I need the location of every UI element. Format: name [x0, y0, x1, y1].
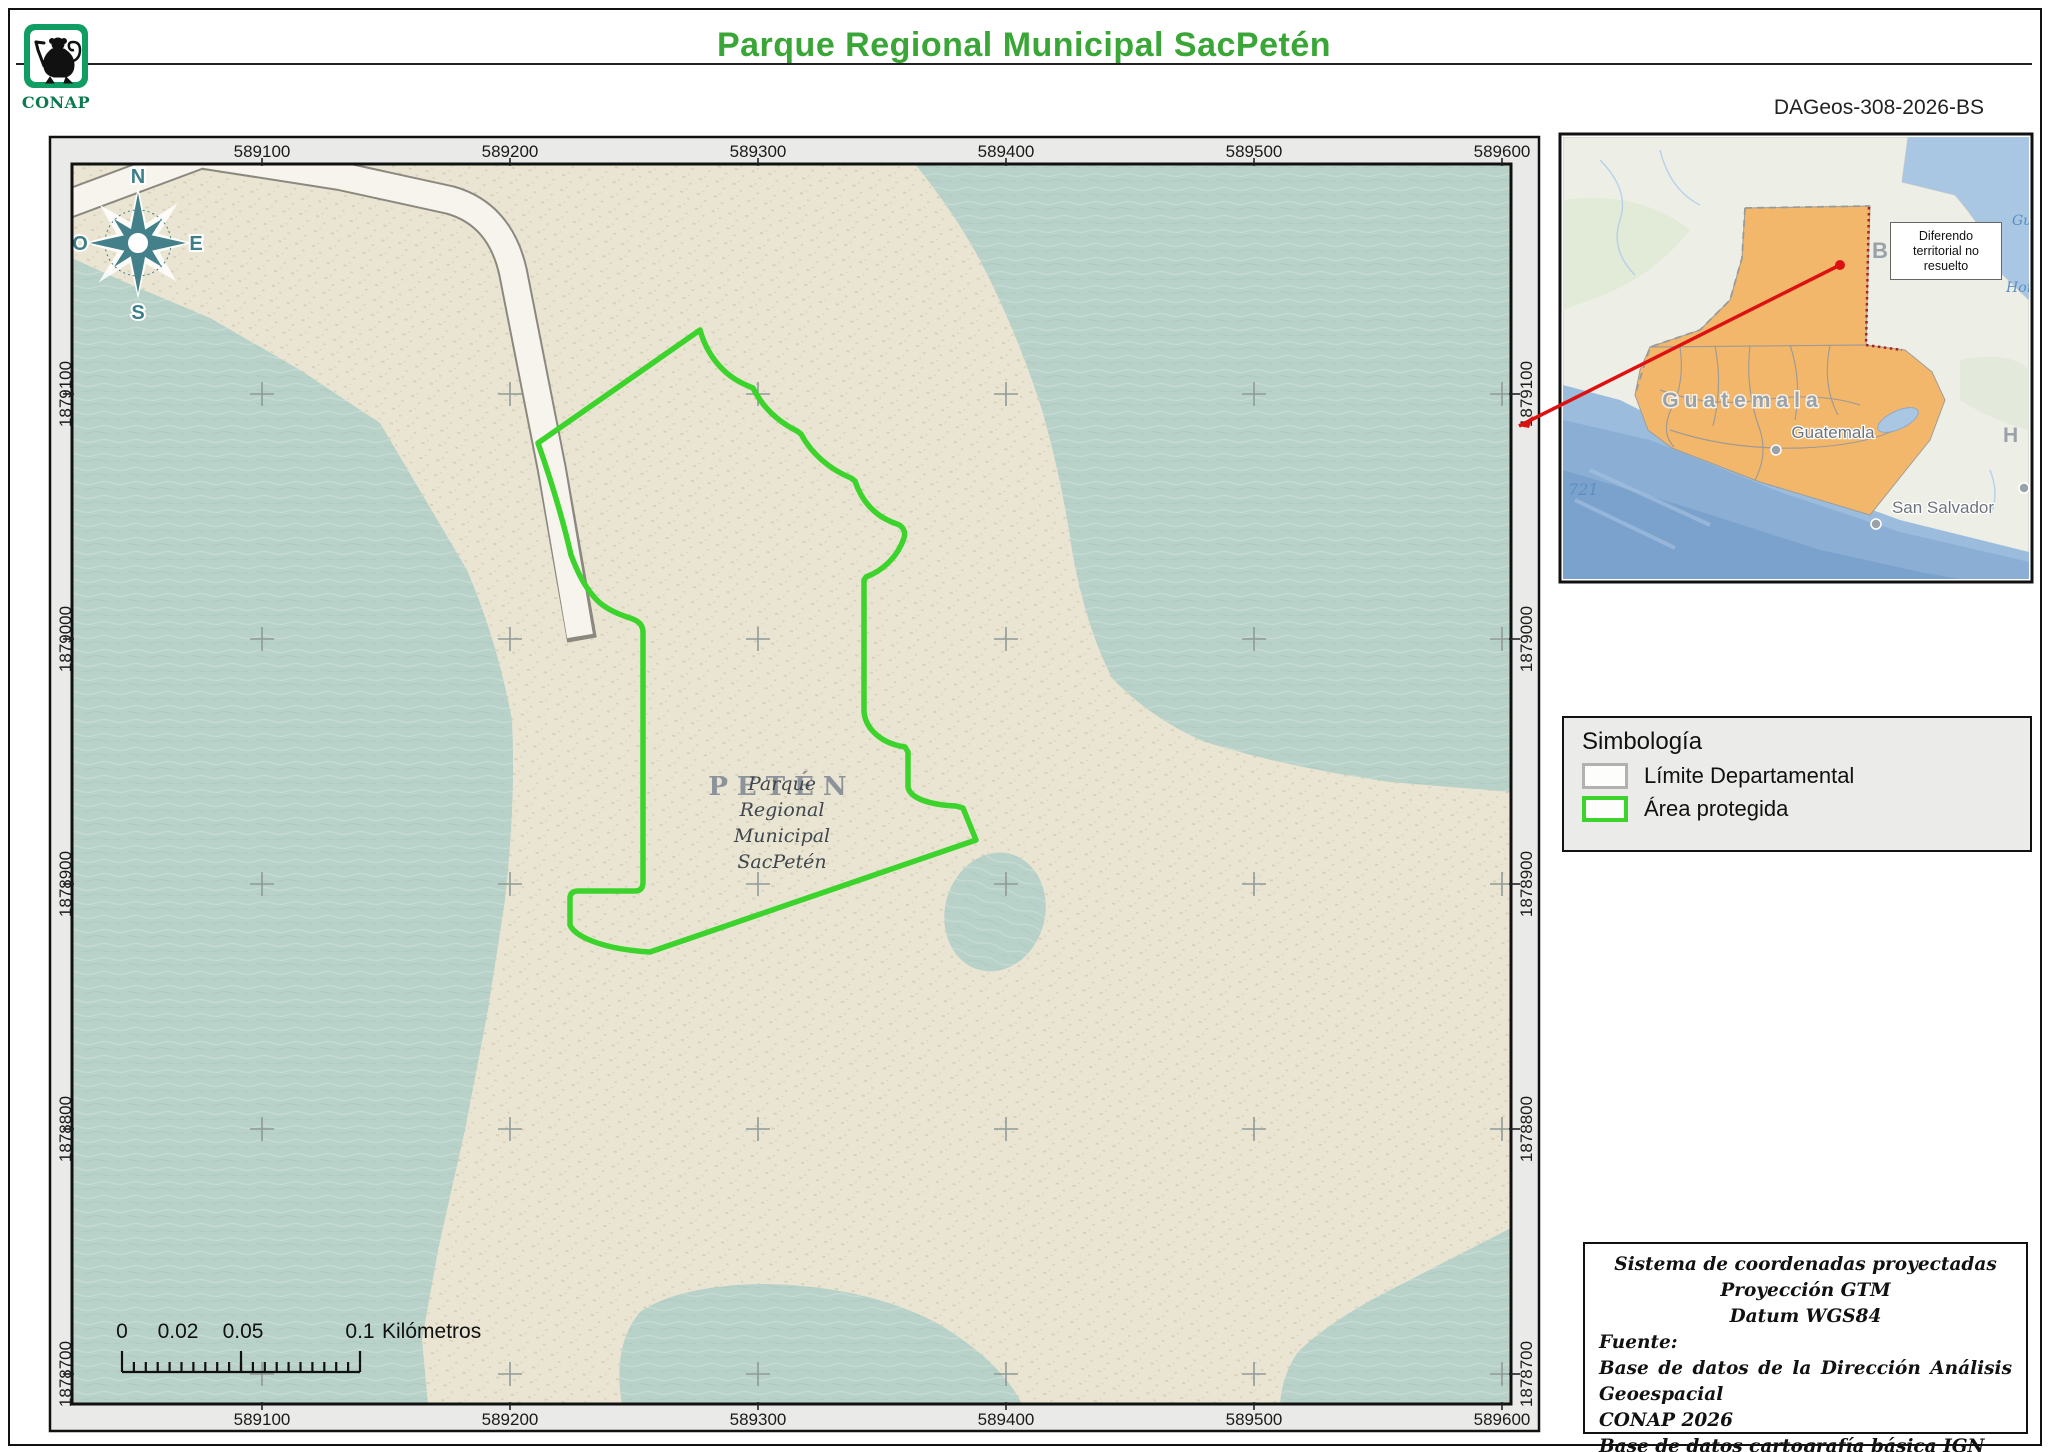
page-title: Parque Regional Municipal SacPetén	[0, 26, 2048, 65]
coordinate-system-info-box: Sistema de coordenadas proyectadas Proye…	[1583, 1242, 2028, 1434]
x-label-top: 589200	[482, 142, 539, 161]
scale-unit-label: Kilómetros	[382, 1320, 481, 1343]
map-document-page: PETÉN Parque Regional Municipal SacPetén	[0, 0, 2048, 1452]
source-line: Base de datos de la Dirección Análisis G…	[1599, 1356, 2012, 1408]
legend-panel: Simbología Límite Departamental Área pro…	[1562, 716, 2032, 852]
inset-belize-label: B	[1872, 238, 1888, 263]
note-text: Diferendo territorial no resuelto	[1893, 229, 1999, 274]
legend-item-protected-area: Área protegida	[1582, 796, 2030, 822]
inset-depth-label: 721	[1568, 480, 1599, 499]
x-label-top: 589400	[978, 142, 1035, 161]
legend-title: Simbología	[1582, 728, 2030, 756]
x-label-top: 589100	[234, 142, 291, 161]
y-label-left: 1878800	[56, 1096, 75, 1162]
x-label-bottom: 589500	[1226, 1410, 1283, 1429]
inset-water-label: Hond	[2005, 280, 2045, 296]
crs-line: Proyección GTM	[1599, 1278, 2012, 1304]
conap-logo: CONAP	[22, 22, 102, 116]
source-line: Base de datos cartografía básica IGN 201…	[1599, 1434, 2012, 1452]
crs-line: Datum WGS84	[1599, 1304, 2012, 1330]
legend-item-departmental: Límite Departamental	[1582, 763, 2030, 789]
inset-capital-label: Guatemala	[1791, 423, 1875, 442]
crs-line: Sistema de coordenadas proyectadas	[1599, 1252, 2012, 1278]
inset-honduras-label: H o	[2003, 424, 2048, 447]
inset-capital-dot	[1771, 445, 1781, 455]
compass-e: E	[189, 233, 202, 255]
x-label-bottom: 589300	[730, 1410, 787, 1429]
x-label-bottom: 589600	[1474, 1410, 1531, 1429]
park-label-line: Regional	[739, 799, 825, 821]
inset-water-label: Gu	[2012, 213, 2032, 229]
compass-n: N	[131, 166, 145, 188]
main-map: PETÉN Parque Regional Municipal SacPetén	[30, 137, 1539, 1431]
departmental-boundary-swatch	[1582, 763, 1628, 789]
y-label-left: 1879000	[56, 606, 75, 672]
scale-label-002: 0.02	[158, 1320, 199, 1343]
map-content: PETÉN Parque Regional Municipal SacPetén	[30, 151, 1514, 1404]
y-label-right: 1879000	[1517, 606, 1536, 672]
x-label-bottom: 589400	[978, 1410, 1035, 1429]
legend-item-label: Límite Departamental	[1644, 763, 1854, 789]
inset-map: Guatemala Guatemala San Salvador B H o G…	[1560, 134, 2048, 582]
inset-country-label: Guatemala	[1662, 389, 1823, 412]
scale-label-0: 0	[116, 1320, 128, 1343]
territorial-dispute-note: Diferendo territorial no resuelto	[1890, 222, 2002, 280]
source-line: CONAP 2026	[1599, 1408, 2012, 1434]
reference-code: DAGeos-308-2026-BS	[1774, 96, 1984, 120]
x-label-bottom: 589200	[482, 1410, 539, 1429]
compass-o: O	[72, 233, 88, 255]
y-label-right: 1878900	[1517, 851, 1536, 917]
y-label-left: 1879100	[56, 361, 75, 427]
y-label-left: 1878700	[56, 1341, 75, 1407]
park-label-line: Parque	[747, 773, 816, 795]
y-label-left: 1878900	[56, 851, 75, 917]
scale-label-01: 0.1	[345, 1320, 374, 1343]
x-label-top: 589300	[730, 142, 787, 161]
compass-s: S	[131, 302, 144, 324]
protected-area-swatch	[1582, 796, 1628, 822]
legend-item-label: Área protegida	[1644, 796, 1788, 822]
source-label: Fuente:	[1599, 1330, 2012, 1356]
inset-city-dot	[2019, 483, 2029, 493]
x-label-bottom: 589100	[234, 1410, 291, 1429]
inset-city-label: San Salvador	[1892, 498, 1994, 517]
y-label-right: 1878800	[1517, 1096, 1536, 1162]
y-label-right: 1878700	[1517, 1341, 1536, 1407]
scale-label-005: 0.05	[223, 1320, 264, 1343]
logo-text: CONAP	[22, 93, 90, 112]
x-label-top: 589500	[1226, 142, 1283, 161]
park-label-line: SacPetén	[737, 851, 826, 873]
park-label-line: Municipal	[733, 825, 830, 847]
x-label-top: 589600	[1474, 142, 1531, 161]
inset-city-dot	[1871, 519, 1881, 529]
